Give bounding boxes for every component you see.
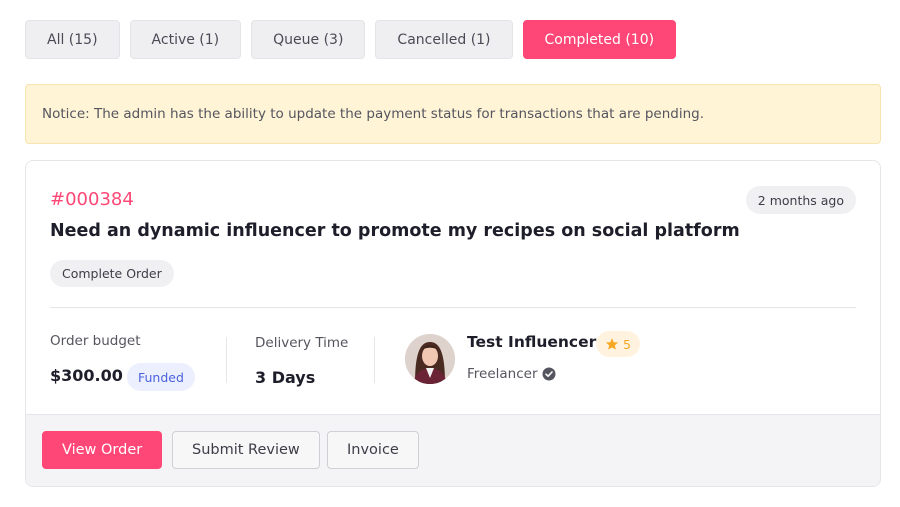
funded-badge: Funded	[127, 363, 195, 391]
user-role-label: Freelancer	[467, 366, 538, 382]
delivery-value: 3 Days	[255, 368, 316, 387]
order-status-tabs: All (15) Active (1) Queue (3) Cancelled …	[25, 20, 677, 59]
notice-text: Notice: The admin has the ability to upd…	[42, 106, 705, 122]
submit-review-button[interactable]: Submit Review	[172, 431, 320, 469]
budget-amount: $300.00	[50, 366, 123, 385]
column-divider	[374, 337, 375, 383]
order-title[interactable]: Need an dynamic influencer to promote my…	[50, 221, 740, 241]
avatar[interactable]	[405, 334, 455, 384]
card-footer: View Order Submit Review Invoice	[26, 414, 880, 486]
tab-cancelled[interactable]: Cancelled (1)	[375, 20, 513, 59]
tab-active[interactable]: Active (1)	[129, 20, 242, 59]
budget-label: Order budget	[50, 333, 141, 349]
avatar-photo	[405, 334, 455, 384]
order-id[interactable]: #000384	[50, 189, 134, 210]
tab-completed[interactable]: Completed (10)	[522, 20, 677, 59]
column-divider	[226, 337, 227, 383]
notice-banner: Notice: The admin has the ability to upd…	[25, 84, 881, 144]
view-order-button[interactable]: View Order	[42, 431, 163, 469]
order-status-chip: Complete Order	[50, 260, 174, 287]
rating-badge: 5	[596, 331, 640, 357]
user-role: Freelancer	[467, 366, 556, 382]
rating-value: 5	[623, 336, 631, 352]
delivery-label: Delivery Time	[255, 335, 349, 351]
user-name[interactable]: Test Influencer	[467, 333, 596, 351]
order-card: #000384 2 months ago Need an dynamic inf…	[25, 160, 881, 487]
verified-check-icon	[542, 367, 556, 381]
time-ago-badge: 2 months ago	[745, 186, 856, 214]
star-icon	[605, 338, 619, 350]
card-divider	[50, 307, 856, 308]
tab-queue[interactable]: Queue (3)	[251, 20, 366, 59]
tab-all[interactable]: All (15)	[25, 20, 120, 59]
invoice-button[interactable]: Invoice	[327, 431, 419, 469]
